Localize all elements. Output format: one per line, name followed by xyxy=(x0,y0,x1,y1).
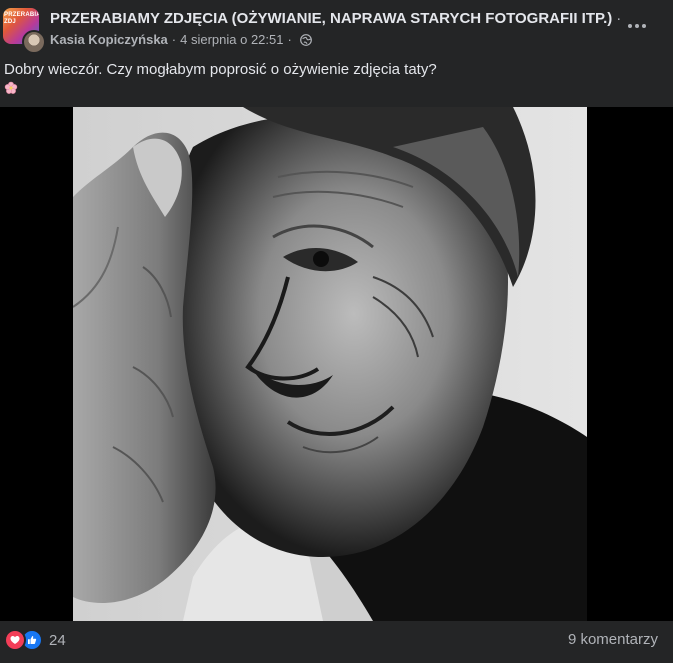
post-footer: 24 9 komentarzy xyxy=(0,623,673,655)
post-photo[interactable] xyxy=(73,107,587,621)
post-text: Dobry wieczór. Czy mogłabym poprosić o o… xyxy=(4,61,437,78)
more-dot-icon xyxy=(635,24,639,28)
post-media[interactable] xyxy=(0,107,673,621)
cherry-blossom-icon xyxy=(4,81,18,94)
post-timestamp[interactable]: 4 sierpnia o 22:51 xyxy=(180,32,283,47)
group-name[interactable]: PRZERABIAMY ZDJĘCIA (OŻYWIANIE, NAPRAWA … xyxy=(50,10,612,27)
comments-count-link[interactable]: 9 komentarzy xyxy=(568,631,658,648)
group-name-link[interactable]: PRZERABIAMY ZDJĘCIA (OŻYWIANIE, NAPRAWA … xyxy=(50,10,621,27)
portrait-photo-illustration xyxy=(73,107,587,621)
group-avatar-logo-text: PRZERABIAMY ZDJ xyxy=(4,12,39,25)
reactions-summary[interactable]: 24 xyxy=(4,629,66,651)
more-options-button[interactable] xyxy=(619,12,655,40)
meta-separator: · xyxy=(171,32,177,47)
more-dot-icon xyxy=(628,24,632,28)
love-icon xyxy=(4,629,26,651)
reaction-count[interactable]: 24 xyxy=(49,632,66,649)
globe-icon[interactable] xyxy=(299,33,312,46)
facebook-post: PRZERABIAMY ZDJ PRZERABIAMY ZDJĘCIA (OŻY… xyxy=(0,0,673,663)
author-name[interactable]: Kasia Kopiczyńska xyxy=(50,32,168,47)
more-dot-icon xyxy=(642,24,646,28)
post-meta: Kasia Kopiczyńska · 4 sierpnia o 22:51 · xyxy=(50,32,312,47)
author-avatar[interactable] xyxy=(22,30,46,54)
meta-separator-2: · xyxy=(287,32,292,47)
post-header: PRZERABIAMY ZDJ PRZERABIAMY ZDJĘCIA (OŻY… xyxy=(0,0,673,54)
